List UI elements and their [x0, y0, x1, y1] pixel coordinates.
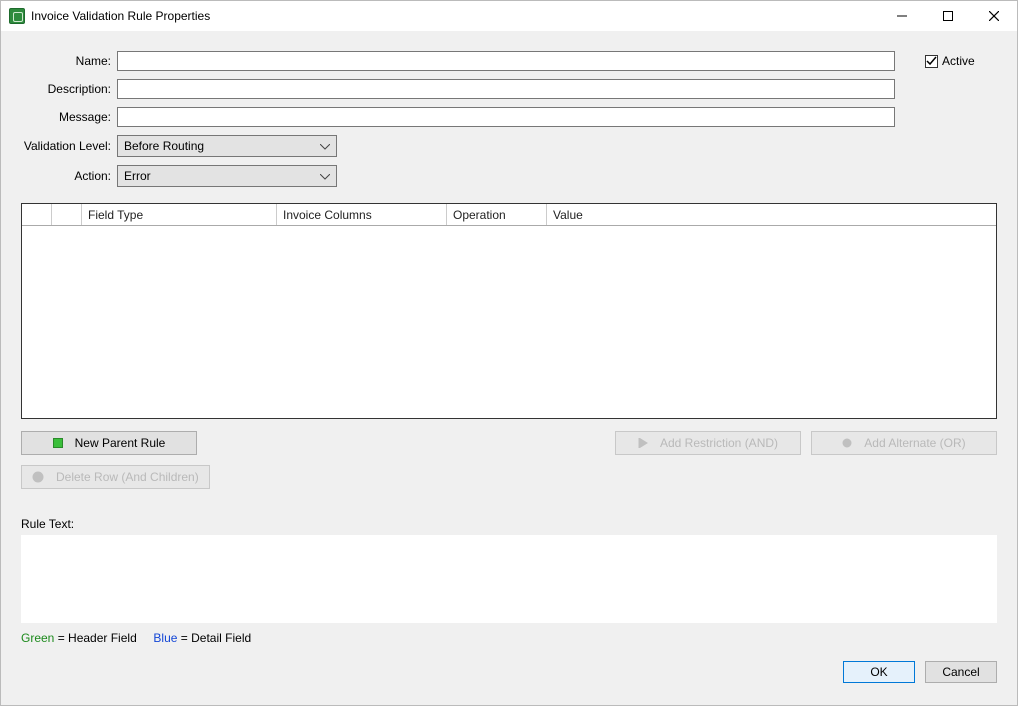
- legend-green-desc: = Header Field: [54, 631, 136, 645]
- action-select[interactable]: Error: [117, 165, 337, 187]
- dialog-window: Invoice Validation Rule Properties Name:…: [0, 0, 1018, 706]
- ok-button[interactable]: OK: [843, 661, 915, 683]
- cancel-button[interactable]: Cancel: [925, 661, 997, 683]
- description-label: Description:: [21, 82, 117, 96]
- app-icon: [9, 8, 25, 24]
- grid-col-0: [22, 204, 52, 225]
- maximize-button[interactable]: [925, 1, 971, 31]
- chevron-down-icon: [320, 139, 330, 153]
- rule-text-area: [21, 535, 997, 623]
- validation-level-value: Before Routing: [124, 139, 204, 153]
- grid-col-value: Value: [547, 204, 996, 225]
- grid-body[interactable]: [22, 226, 996, 418]
- grid-col-invoice-columns: Invoice Columns: [277, 204, 447, 225]
- add-restriction-button: Add Restriction (AND): [615, 431, 801, 455]
- action-value: Error: [124, 169, 151, 183]
- square-icon: [53, 438, 63, 448]
- delete-row-button: Delete Row (And Children): [21, 465, 210, 489]
- grid-col-field-type: Field Type: [82, 204, 277, 225]
- message-field[interactable]: [117, 107, 895, 127]
- legend-blue-desc: = Detail Field: [177, 631, 251, 645]
- rule-text-label: Rule Text:: [21, 517, 997, 531]
- close-button[interactable]: [971, 1, 1017, 31]
- name-label: Name:: [21, 54, 117, 68]
- legend: Green = Header Field Blue = Detail Field: [21, 631, 997, 645]
- validation-level-select[interactable]: Before Routing: [117, 135, 337, 157]
- chevron-down-icon: [320, 169, 330, 183]
- play-icon: [638, 438, 648, 448]
- ok-label: OK: [870, 665, 887, 679]
- grid-col-1: [52, 204, 82, 225]
- description-field[interactable]: [117, 79, 895, 99]
- add-restriction-label: Add Restriction (AND): [660, 436, 778, 450]
- grid-col-operation: Operation: [447, 204, 547, 225]
- new-parent-rule-label: New Parent Rule: [75, 436, 166, 450]
- active-label: Active: [942, 54, 975, 68]
- cancel-label: Cancel: [942, 665, 979, 679]
- legend-green: Green: [21, 631, 54, 645]
- rules-grid[interactable]: Field Type Invoice Columns Operation Val…: [21, 203, 997, 419]
- minimize-button[interactable]: [879, 1, 925, 31]
- grid-header: Field Type Invoice Columns Operation Val…: [22, 204, 996, 226]
- validation-level-label: Validation Level:: [21, 139, 117, 153]
- circle-icon: [842, 438, 852, 448]
- delete-icon: [32, 471, 44, 483]
- add-alternate-label: Add Alternate (OR): [864, 436, 965, 450]
- legend-blue: Blue: [153, 631, 177, 645]
- new-parent-rule-button[interactable]: New Parent Rule: [21, 431, 197, 455]
- action-label: Action:: [21, 169, 117, 183]
- delete-row-label: Delete Row (And Children): [56, 470, 199, 484]
- message-label: Message:: [21, 110, 117, 124]
- title-bar: Invoice Validation Rule Properties: [1, 1, 1017, 31]
- active-checkbox[interactable]: [925, 55, 938, 68]
- name-field[interactable]: [117, 51, 895, 71]
- client-area: Name: Active Description: Message: Valid…: [1, 31, 1017, 705]
- add-alternate-button: Add Alternate (OR): [811, 431, 997, 455]
- window-title: Invoice Validation Rule Properties: [31, 9, 210, 23]
